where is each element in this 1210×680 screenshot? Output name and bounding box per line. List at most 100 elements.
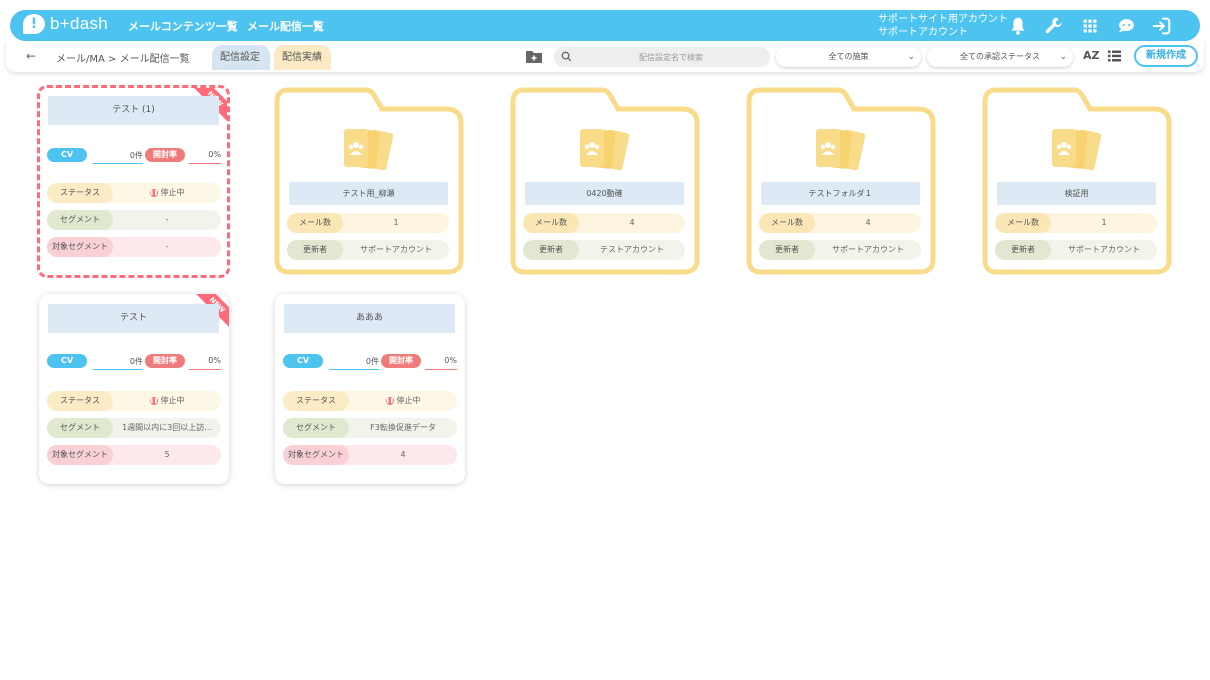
chat-icon[interactable] [1115,15,1137,37]
segment-row: セグメント F3転換促進データ [283,418,457,438]
open-rate-label: 開封率 [381,354,421,368]
status-row: ステータス ❚❚ 停止中 [47,391,221,411]
card-title: あああ [284,304,455,333]
mail-count-value: 4 [629,218,635,227]
target-segment-row: 対象セグメント - [47,237,221,257]
updated-by-value: テストアカウント [600,245,664,254]
delivery-card[interactable]: NEW テスト CV 0件 開封率 0% ステータス ❚❚停止中 セグメント 1… [39,294,229,484]
segment-row: セグメント 1週間以内に3回以上訪... [47,418,221,438]
segment-label: セグメント [283,418,349,438]
stat-row: CV 0件 開封率 0% [283,354,457,370]
folder-title: テストフォルダ１ [761,182,920,205]
cv-label: CV [47,354,87,368]
open-rate-underline [189,369,221,370]
folder-title: テスト用_柳瀬 [289,182,448,205]
chevron-down-icon: ⌄ [907,52,915,62]
folder-card[interactable]: テスト用_柳瀬 メール数 1 更新者 サポートアカウント [274,87,464,275]
account-name: サポートサイト用アカウント [878,14,1008,25]
open-rate-label: 開封率 [145,148,185,162]
users-folder-icon [816,129,866,171]
open-rate-value: 0% [208,356,221,365]
search-icon [561,51,572,62]
mail-count-label: メール数 [995,213,1051,233]
campaign-filter-select[interactable]: 全ての施策 ⌄ [776,47,921,67]
updated-by-row: 更新者 サポートアカウント [287,240,449,260]
target-segment-value: 5 [164,450,170,459]
pause-icon: ❚❚ [385,396,394,405]
chevron-down-icon: ⌄ [1059,52,1067,62]
cv-underline [329,369,379,370]
nav-mail-content[interactable]: メールコンテンツ一覧 [128,18,238,34]
target-segment-value: - [165,242,169,251]
folder-card[interactable]: テストフォルダ１ メール数 4 更新者 サポートアカウント [746,87,936,275]
target-segment-label: 対象セグメント [47,445,113,465]
folder-card[interactable]: 0420動確 メール数 4 更新者 テストアカウント [510,87,700,275]
grid-icon[interactable] [1079,15,1101,37]
back-arrow-icon[interactable]: ← [26,49,36,63]
pause-icon: ❚❚ [149,396,158,405]
mail-count-label: メール数 [523,213,579,233]
status-filter-select[interactable]: 全ての承認ステータス ⌄ [927,47,1073,67]
mail-count-value: 4 [865,218,871,227]
updated-by-label: 更新者 [759,240,815,260]
open-rate-underline [189,163,221,164]
wrench-icon[interactable] [1043,15,1065,37]
open-rate-underline [425,369,457,370]
breadcrumb: メール/MA > メール配信一覧 [56,54,190,65]
status-value: ❚❚ 停止中 [149,188,185,197]
create-new-button[interactable]: 新規作成 [1134,45,1198,67]
campaign-filter-value: 全ての施策 [828,52,869,61]
segment-label: セグメント [47,418,113,438]
cv-underline [93,369,143,370]
target-segment-label: 対象セグメント [47,237,113,257]
mail-count-label: メール数 [759,213,815,233]
pause-icon: ❚❚ [149,188,158,197]
cv-value: 0件 [129,357,143,366]
mail-count-value: 1 [393,218,399,227]
card-title: テスト [48,304,219,333]
logo[interactable]: ! b+dash [23,14,108,34]
nav-mail-delivery[interactable]: メール配信一覧 [247,18,324,34]
updated-by-label: 更新者 [523,240,579,260]
target-segment-row: 対象セグメント 4 [283,445,457,465]
card-title: テスト (1) [48,96,219,125]
segment-row: セグメント - [47,210,221,230]
mail-count-row: メール数 4 [759,213,921,233]
open-rate-value: 0% [444,356,457,365]
top-bar: ! b+dash メールコンテンツ一覧 メール配信一覧 サポートサイト用アカウン… [10,10,1200,41]
users-folder-icon [1052,129,1102,171]
logo-text: b+dash [50,14,109,33]
list-view-icon[interactable] [1108,50,1121,62]
tab-delivery-results[interactable]: 配信実績 [274,45,331,70]
mail-count-row: メール数 4 [523,213,685,233]
delivery-card[interactable]: あああ CV 0件 開封率 0% ステータス ❚❚ 停止中 セグメント F3転換促… [275,294,465,484]
add-folder-icon[interactable] [525,48,543,64]
tab-delivery-settings[interactable]: 配信設定 [212,45,270,70]
users-folder-icon [344,129,394,171]
status-value: ❚❚ 停止中 [149,396,185,405]
sort-az-icon[interactable]: AZ [1083,49,1100,62]
status-filter-value: 全ての承認ステータス [960,52,1040,61]
logout-icon[interactable] [1151,15,1173,37]
bell-icon[interactable] [1007,15,1029,37]
folder-title: 検証用 [997,182,1156,205]
search-input[interactable] [554,47,770,67]
updated-by-label: 更新者 [995,240,1051,260]
target-segment-row: 対象セグメント 5 [47,445,221,465]
toolbar: ← メール/MA > メール配信一覧 配信設定 配信実績 全ての施策 ⌄ 全ての… [6,41,1204,72]
delivery-card[interactable]: NEW テスト (1) CV 0件 開封率 0% ステータス ❚❚停止中 セグメ… [37,85,230,278]
account-info[interactable]: サポートサイト用アカウント サポートアカウント [878,13,1008,39]
folder-card[interactable]: 検証用 メール数 1 更新者 サポートアカウント [982,87,1172,275]
cv-label: CV [47,148,87,162]
logo-mark: ! [23,14,45,34]
mail-count-value: 1 [1101,218,1107,227]
segment-value: F3転換促進データ [370,423,436,432]
segment-value: 1週間以内に3回以上訪... [122,423,212,432]
status-label: ステータス [283,391,349,411]
stat-row: CV 0件 開封率 0% [47,354,221,370]
open-rate-value: 0% [208,150,221,159]
status-row: ステータス ❚❚ 停止中 [47,183,221,203]
mail-count-row: メール数 1 [995,213,1157,233]
segment-label: セグメント [47,210,113,230]
target-segment-label: 対象セグメント [283,445,349,465]
